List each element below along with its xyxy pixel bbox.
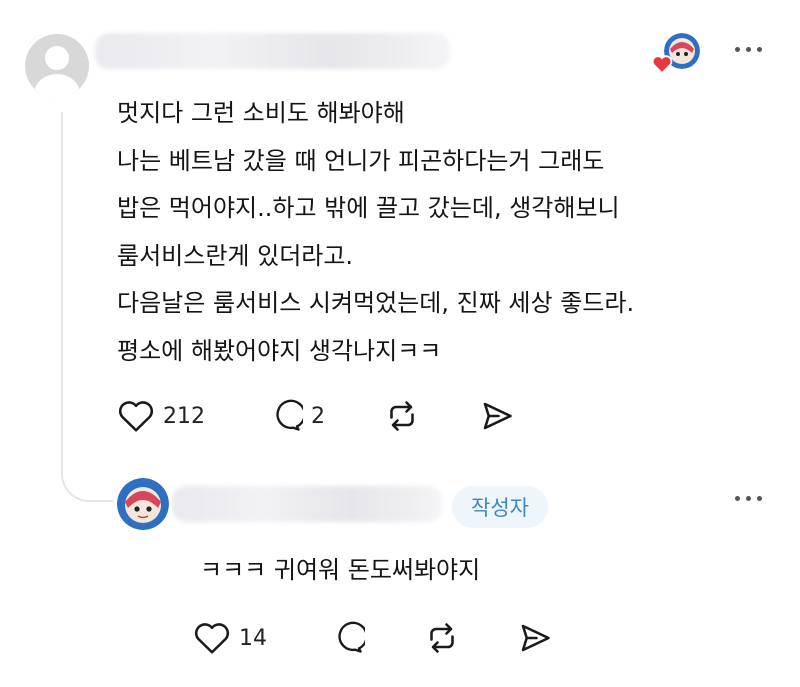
reply-author-avatar[interactable] <box>117 478 169 530</box>
thread-line <box>61 112 63 472</box>
reply-author-name-blurred[interactable] <box>172 486 442 522</box>
like-button[interactable]: 212 <box>117 398 205 434</box>
like-count: 212 <box>163 403 205 429</box>
reply-text: ㅋㅋㅋ 귀여워 돈도써봐야지 <box>200 556 481 584</box>
comment-text: 멋지다 그런 소비도 해봐야해 나는 베트남 갔을 때 언니가 피곤하다는거 그… <box>117 90 777 375</box>
comment-icon[interactable] <box>329 620 365 656</box>
repost-icon[interactable] <box>424 620 460 656</box>
thread-curve <box>61 440 113 502</box>
comment-line: 다음날은 룸서비스 시켜먹었는데, 진짜 세상 좋드라. <box>117 289 635 317</box>
comment-line: 나는 베트남 갔을 때 언니가 피곤하다는거 그래도 <box>117 146 605 175</box>
comment-line: 밥은 먹어야지..하고 밖에 끌고 갔는데, 생각해보니 <box>117 194 620 222</box>
commenter-avatar[interactable] <box>25 34 89 98</box>
reply-more-options-icon[interactable] <box>735 496 762 501</box>
heart-icon <box>195 623 229 654</box>
share-icon[interactable] <box>479 398 515 434</box>
heart-filled-icon <box>651 55 673 74</box>
reply-like-button[interactable]: 14 <box>193 620 267 656</box>
comment-line: 멋지다 그런 소비도 해봐야해 <box>117 99 405 127</box>
reply-count: 2 <box>311 403 325 429</box>
comment-line: 룸서비스란게 있더라고. <box>117 241 354 270</box>
comment-line: 평소에 해봤어야지 생각나지ㅋㅋ <box>117 336 442 365</box>
heart-icon <box>119 401 153 432</box>
reply-like-count: 14 <box>239 625 267 651</box>
reply-button[interactable]: 2 <box>267 398 325 434</box>
repost-icon[interactable] <box>384 398 420 434</box>
more-options-icon[interactable] <box>735 47 762 52</box>
comment-icon <box>276 399 303 431</box>
commenter-name-blurred[interactable] <box>95 33 450 69</box>
share-icon[interactable] <box>517 620 553 656</box>
author-badge: 작성자 <box>452 486 548 528</box>
